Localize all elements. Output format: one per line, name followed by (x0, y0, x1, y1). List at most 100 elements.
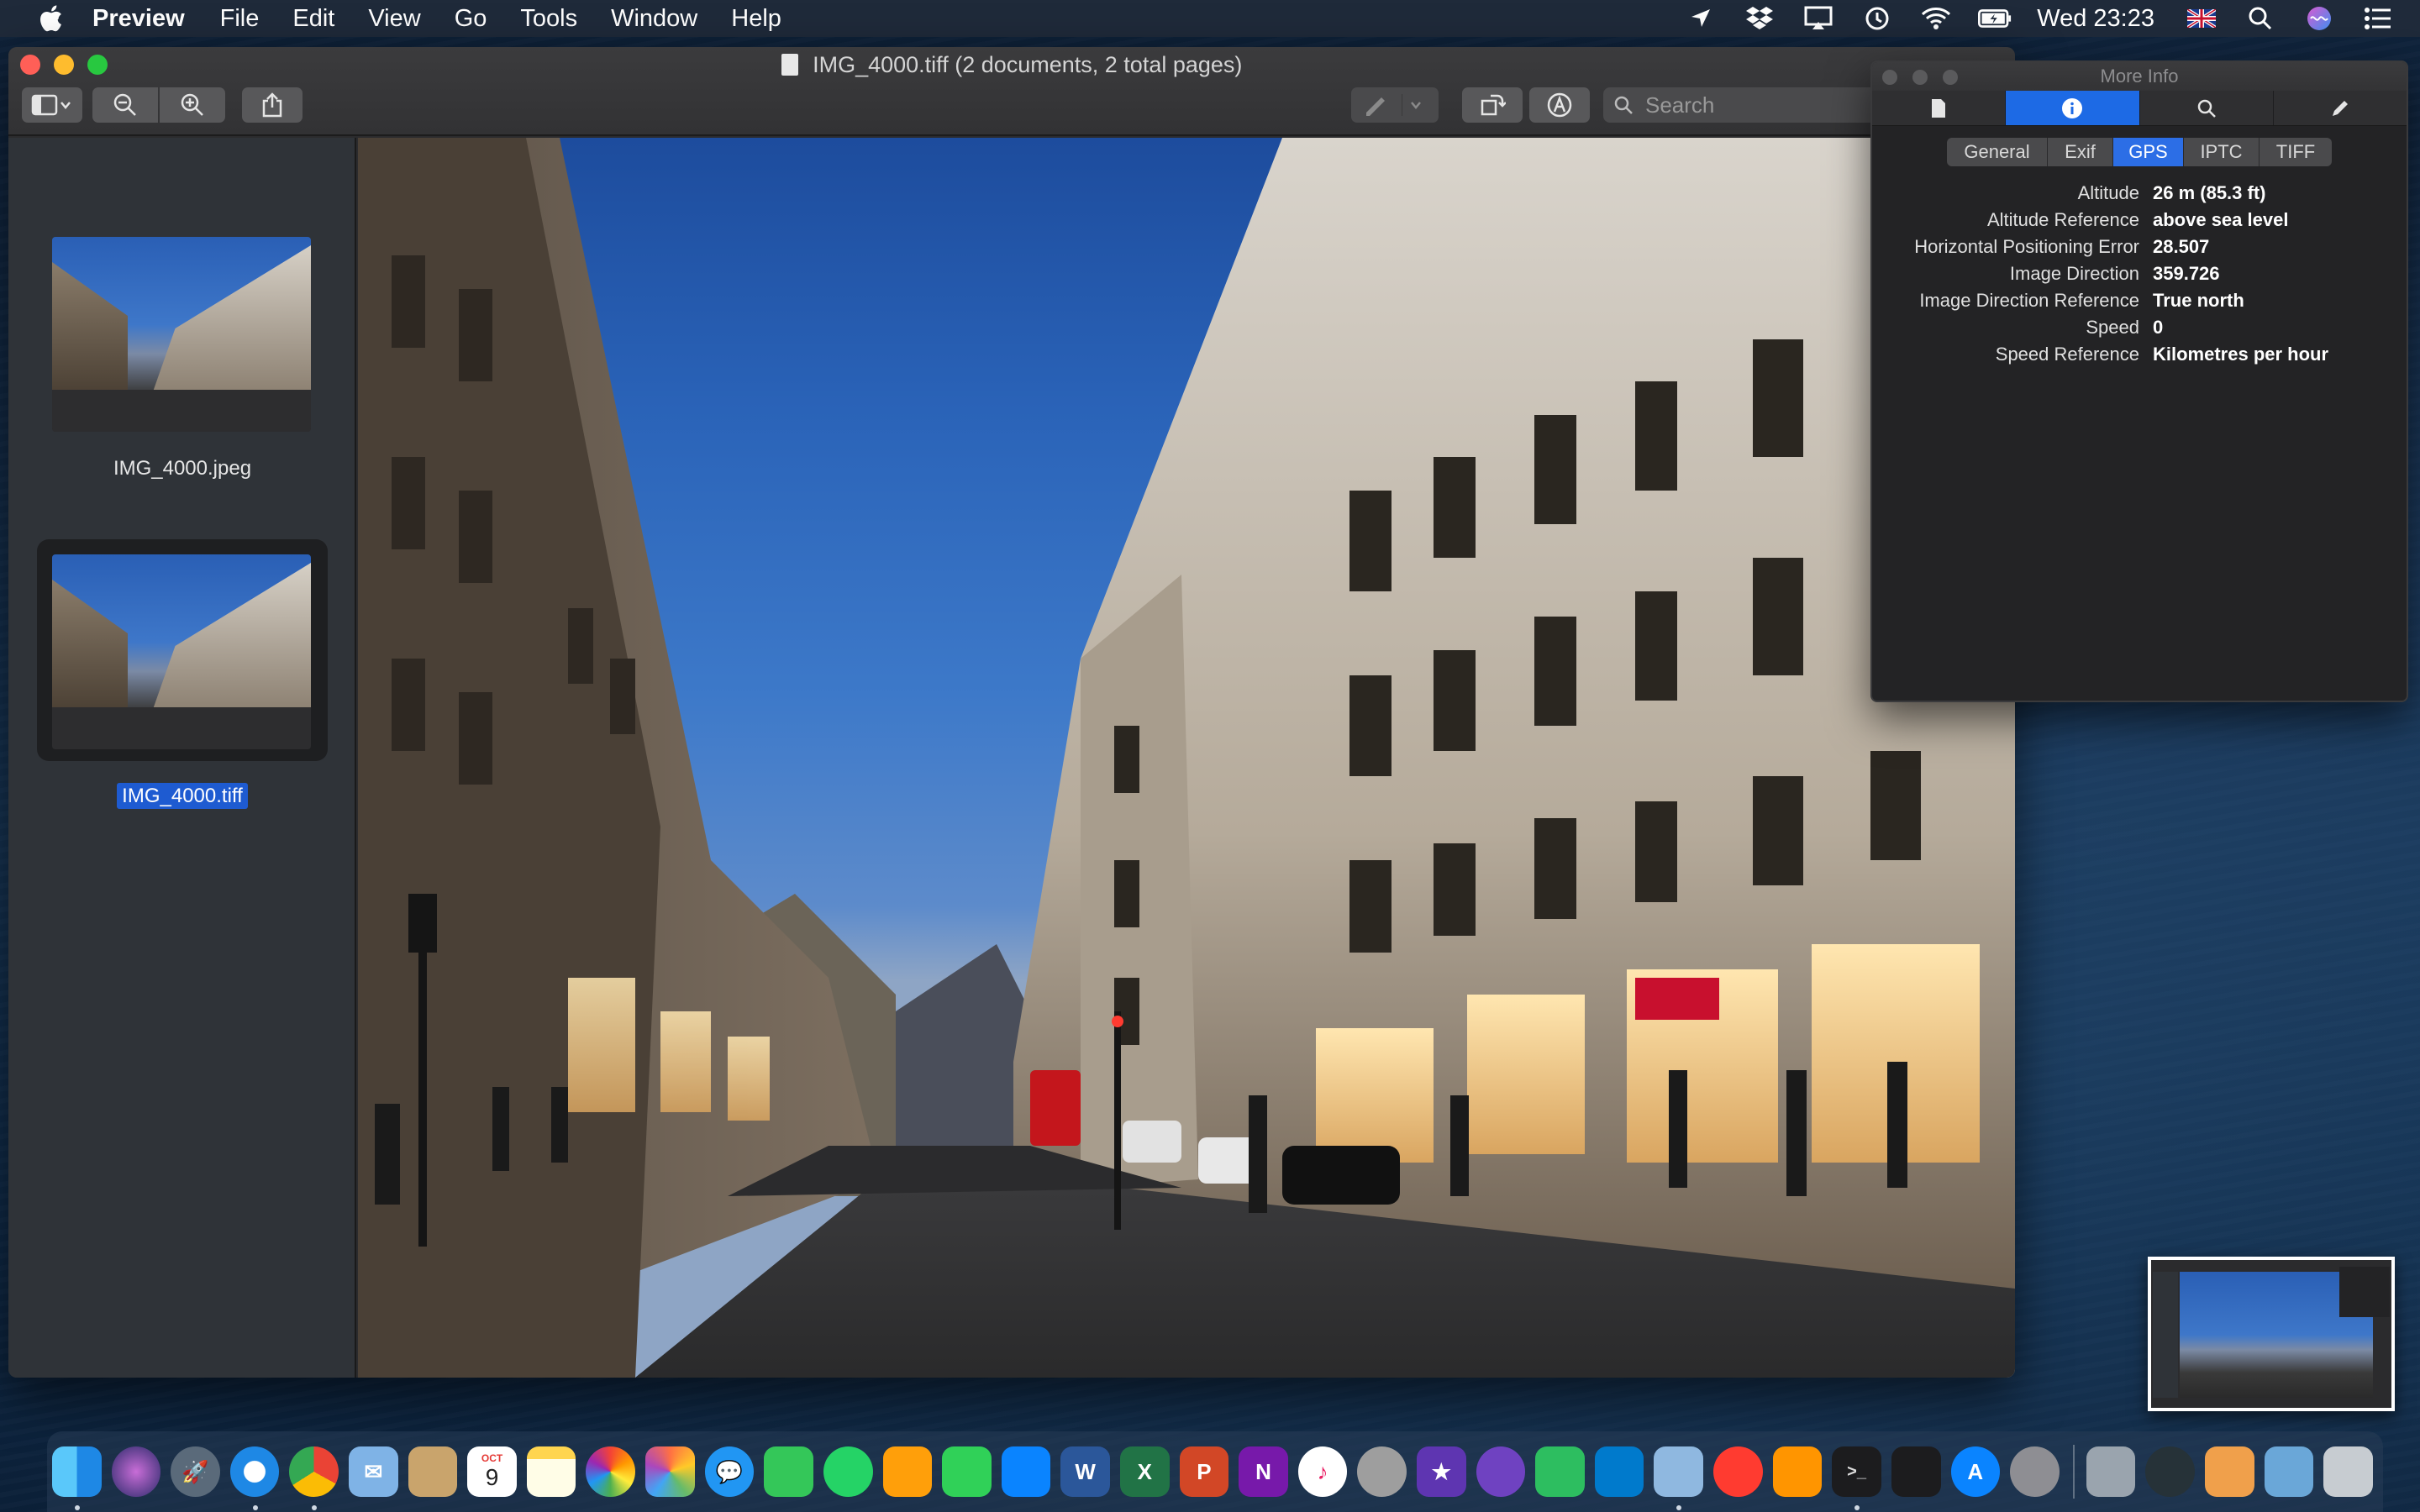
github-desktop-icon[interactable] (1476, 1446, 1526, 1497)
itunes-icon[interactable]: ♪ (1297, 1446, 1348, 1497)
facetime-icon[interactable] (764, 1446, 813, 1497)
rotate-button[interactable] (1462, 87, 1523, 123)
metadata-key: Altitude Reference (1987, 209, 2139, 230)
zoom-in-icon (181, 93, 203, 116)
inspector-tabs (1872, 91, 2407, 126)
tab-more-info[interactable] (2006, 91, 2140, 125)
pages-icon[interactable] (882, 1446, 933, 1497)
metadata-key: Horizontal Positioning Error (1914, 236, 2139, 257)
vscode-icon[interactable] (1594, 1446, 1644, 1497)
airplay-icon[interactable] (1802, 2, 1835, 35)
markup-pen-button[interactable] (1351, 87, 1439, 123)
pixelmator-icon[interactable] (645, 1446, 695, 1497)
time-machine-icon[interactable] (1860, 2, 1894, 35)
metadata-value: above sea level (2153, 209, 2289, 230)
sidebar-item-jpeg[interactable]: IMG_4000.jpeg (52, 237, 313, 480)
menu-go[interactable]: Go (455, 5, 487, 33)
gps-metadata-list: Altitude 26 m (85.3 ft) Altitude Referen… (1872, 180, 2407, 368)
app-store-icon[interactable]: A (1950, 1446, 2001, 1497)
calendar-icon[interactable]: OCT 9 (467, 1446, 517, 1497)
menu-tools[interactable]: Tools (520, 5, 577, 33)
sonar-icon[interactable] (2145, 1446, 2195, 1497)
activity-monitor-icon[interactable] (1891, 1446, 1941, 1497)
onenote-icon[interactable]: N (1239, 1446, 1288, 1497)
metadata-value: Kilometres per hour (2153, 344, 2329, 365)
dropbox-icon[interactable] (1743, 2, 1776, 35)
terminal-icon[interactable]: >_ (1832, 1446, 1881, 1510)
tab-tiff[interactable]: TIFF (2260, 138, 2332, 166)
panel-close-button[interactable] (1882, 70, 1897, 85)
siri-dock-icon[interactable] (111, 1446, 161, 1497)
tab-keywords[interactable] (2140, 91, 2274, 125)
document-icon (781, 54, 798, 76)
word-icon[interactable]: W (1060, 1446, 1110, 1497)
whatsapp-icon[interactable] (823, 1446, 873, 1497)
zoom-in-button[interactable] (160, 87, 225, 123)
thumbnail-sidebar: IMG_4000.jpeg IMG_4000.tiff (8, 138, 356, 1378)
preview-icon[interactable] (1654, 1446, 1704, 1510)
news-icon[interactable] (1713, 1446, 1763, 1497)
photos-icon[interactable] (586, 1446, 636, 1497)
home-icon[interactable] (1772, 1446, 1823, 1497)
tab-general-info[interactable] (1872, 91, 2007, 125)
window-titlebar[interactable]: IMG_4000.tiff (2 documents, 2 total page… (8, 47, 2015, 136)
menu-app-name[interactable]: Preview (92, 5, 185, 33)
finder-icon[interactable] (52, 1446, 102, 1510)
zoom-out-button[interactable] (92, 87, 158, 123)
panel-zoom-button[interactable] (1943, 70, 1958, 85)
markup-icon (1547, 92, 1572, 118)
downloads-folder-icon[interactable] (2204, 1446, 2254, 1497)
disk-utility-icon[interactable] (1357, 1446, 1407, 1497)
flag-uk-icon[interactable] (2185, 2, 2218, 35)
share-button[interactable] (242, 87, 302, 123)
dock: 🚀 ✉ OCT 9 💬 W X P N ♪ ★ >_ A (47, 1431, 2383, 1512)
metadata-row: Image Direction Reference True north (1872, 287, 2407, 314)
menu-window[interactable]: Window (611, 5, 697, 33)
trash-icon[interactable] (2323, 1446, 2373, 1497)
launchpad-icon[interactable]: 🚀 (171, 1446, 220, 1497)
tab-annotations[interactable] (2274, 91, 2407, 125)
wifi-icon[interactable] (1919, 2, 1953, 35)
system-preferences-icon[interactable] (2010, 1446, 2060, 1497)
tab-exif[interactable]: Exif (2048, 138, 2113, 166)
keynote-icon[interactable] (1001, 1446, 1051, 1497)
apple-menu-icon[interactable] (34, 2, 67, 35)
menu-view[interactable]: View (368, 5, 420, 33)
notification-center-icon[interactable] (2361, 2, 2395, 35)
menu-edit[interactable]: Edit (292, 5, 334, 33)
info-panel-titlebar[interactable]: More Info (1872, 62, 2407, 91)
excel-icon[interactable]: X (1119, 1446, 1170, 1497)
automator-icon[interactable] (2086, 1446, 2136, 1497)
menu-file[interactable]: File (220, 5, 260, 33)
mail-icon[interactable]: ✉ (349, 1446, 398, 1497)
sidebar-item-tiff[interactable]: IMG_4000.tiff (52, 554, 313, 809)
contacts-icon[interactable] (408, 1446, 458, 1497)
siri-icon[interactable] (2302, 2, 2336, 35)
screenshots-folder-icon[interactable] (2264, 1446, 2314, 1497)
tab-gps[interactable]: GPS (2113, 138, 2184, 166)
panel-minimize-button[interactable] (1912, 70, 1928, 85)
notes-icon[interactable] (526, 1446, 576, 1497)
metadata-value: 26 m (85.3 ft) (2153, 182, 2266, 203)
chrome-icon[interactable] (289, 1446, 339, 1510)
powerpoint-icon[interactable]: P (1179, 1446, 1229, 1497)
spotlight-icon[interactable] (2244, 2, 2277, 35)
tab-iptc[interactable]: IPTC (2184, 138, 2260, 166)
menu-clock[interactable]: Wed 23:23 (2037, 5, 2154, 33)
zoom-out-icon (113, 93, 136, 116)
metadata-value: 28.507 (2153, 236, 2210, 257)
messages-icon[interactable]: 💬 (704, 1446, 755, 1497)
imovie-icon[interactable]: ★ (1417, 1446, 1466, 1497)
battery-icon[interactable] (1978, 2, 2012, 35)
metadata-key: Image Direction Reference (1919, 290, 2139, 311)
sidebar-toggle-button[interactable] (22, 87, 82, 123)
screenshot-thumbnail[interactable] (2148, 1257, 2395, 1411)
main-photo[interactable] (358, 138, 2015, 1378)
safari-icon[interactable] (229, 1446, 280, 1510)
tab-general[interactable]: General (1947, 138, 2048, 166)
markup-toolbar-button[interactable] (1529, 87, 1590, 123)
menu-help[interactable]: Help (731, 5, 781, 33)
numbers-icon[interactable] (942, 1446, 992, 1497)
evernote-icon[interactable] (1535, 1446, 1585, 1497)
location-icon[interactable] (1684, 2, 1718, 35)
